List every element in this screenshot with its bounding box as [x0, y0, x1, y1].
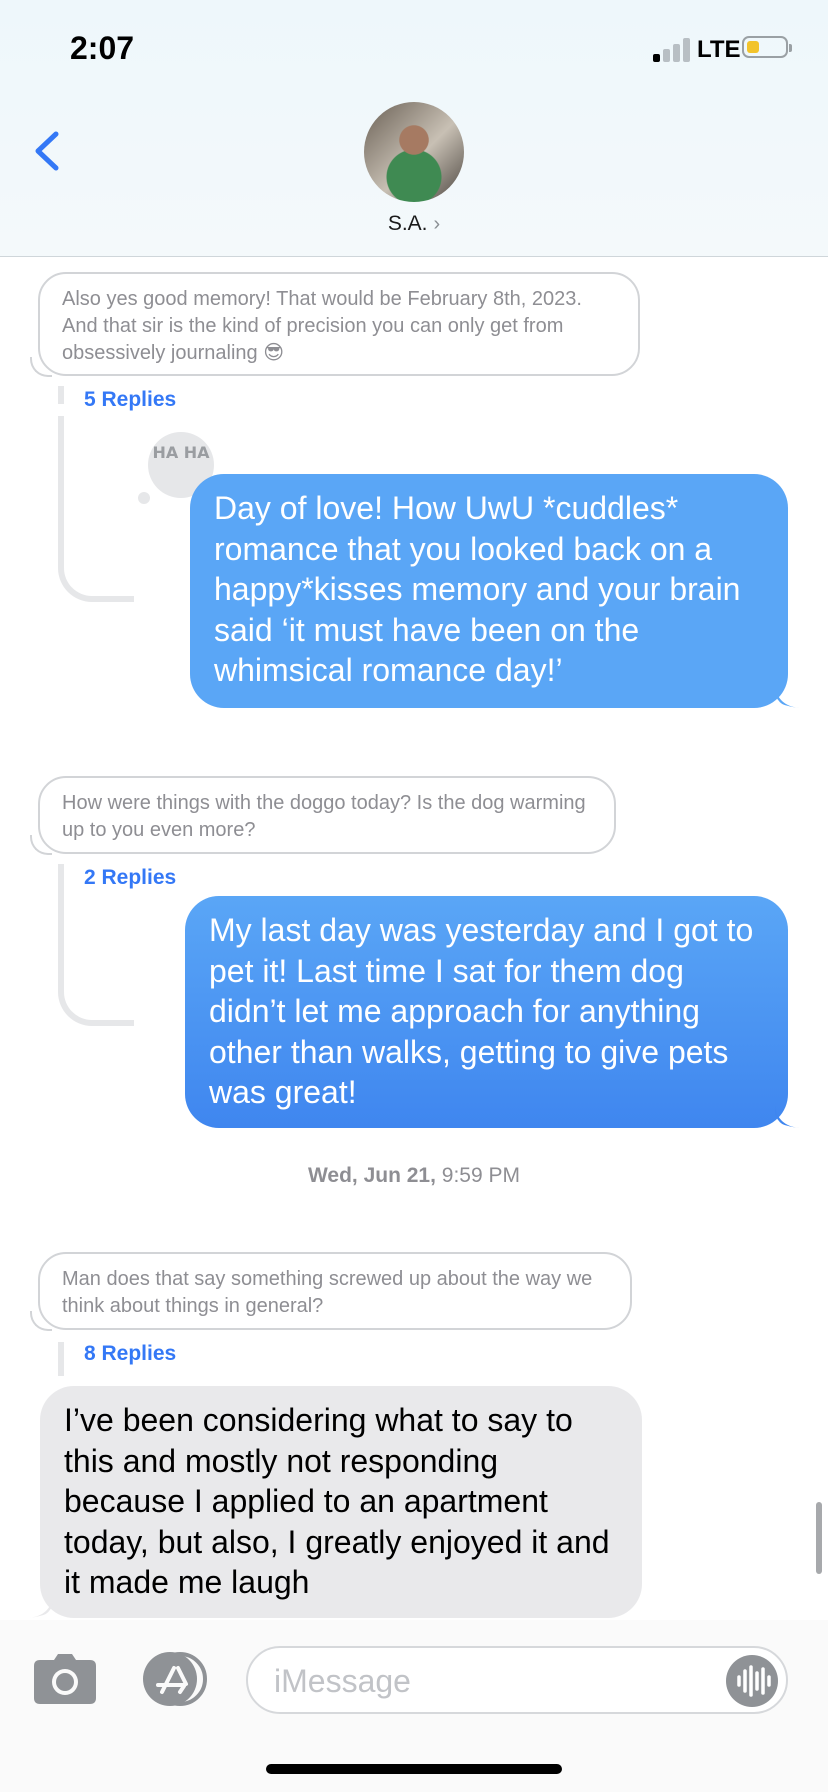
sent-message[interactable]: Day of love! How UwU *cuddles* romance t…	[190, 474, 799, 708]
bubble-tail	[29, 1596, 53, 1618]
conversation-header: 2:07 LTE S.A. ›	[0, 0, 828, 257]
scrollbar[interactable]	[816, 1502, 822, 1574]
app-store-button[interactable]	[140, 1652, 212, 1706]
thread-line	[58, 416, 134, 602]
sent-message[interactable]: My last day was yesterday and I got to p…	[185, 896, 799, 1128]
chevron-right-icon: ›	[433, 213, 441, 235]
sent-message-text: My last day was yesterday and I got to p…	[209, 912, 754, 1110]
received-message-text: I’ve been considering what to say to thi…	[64, 1402, 610, 1600]
thread-line	[58, 386, 64, 404]
message-input[interactable]	[272, 1660, 696, 1702]
replies-link[interactable]: 5 Replies	[84, 388, 176, 412]
contact-name: S.A.	[387, 212, 428, 235]
replies-link[interactable]: 8 Replies	[84, 1342, 176, 1366]
timestamp-day: Wed, Jun 21,	[307, 1164, 436, 1187]
cellular-signal-icon	[653, 38, 693, 62]
timestamp-time: 9:59 PM	[441, 1164, 521, 1187]
quoted-message-text: How were things with the doggo today? Is…	[62, 792, 586, 841]
quoted-message-text: Also yes good memory! That would be Febr…	[62, 288, 582, 364]
network-type: LTE	[697, 36, 741, 63]
sent-message-text: Day of love! How UwU *cuddles* romance t…	[214, 490, 741, 688]
battery-icon	[742, 36, 792, 58]
app-store-icon	[143, 1652, 207, 1706]
contact-avatar[interactable]	[364, 102, 464, 202]
thread-line	[58, 864, 134, 1026]
quoted-message-text: Man does that say something screwed up a…	[62, 1268, 593, 1317]
back-button[interactable]	[28, 126, 68, 176]
back-chevron-icon	[35, 131, 59, 171]
status-time: 2:07	[70, 30, 135, 66]
thread-line	[58, 1342, 64, 1376]
message-timestamp: Wed, Jun 21, 9:59 PM	[0, 1164, 828, 1188]
quoted-message[interactable]: Man does that say something screwed up a…	[30, 1252, 632, 1331]
audio-message-button[interactable]	[726, 1655, 778, 1707]
contact-name-button[interactable]: S.A. ›	[0, 212, 828, 236]
quoted-message[interactable]: Also yes good memory! That would be Febr…	[30, 272, 640, 377]
audio-waveform-icon	[737, 1665, 771, 1697]
bubble-tail	[775, 686, 799, 708]
camera-icon	[34, 1654, 96, 1704]
received-message[interactable]: I’ve been considering what to say to thi…	[29, 1386, 642, 1618]
bubble-tail	[775, 1106, 799, 1128]
camera-button[interactable]	[34, 1654, 96, 1704]
quoted-message[interactable]: How were things with the doggo today? Is…	[30, 776, 616, 855]
home-indicator[interactable]	[266, 1764, 562, 1774]
message-input-container	[246, 1646, 788, 1714]
haha-tapback-icon: HA HA	[152, 443, 210, 462]
